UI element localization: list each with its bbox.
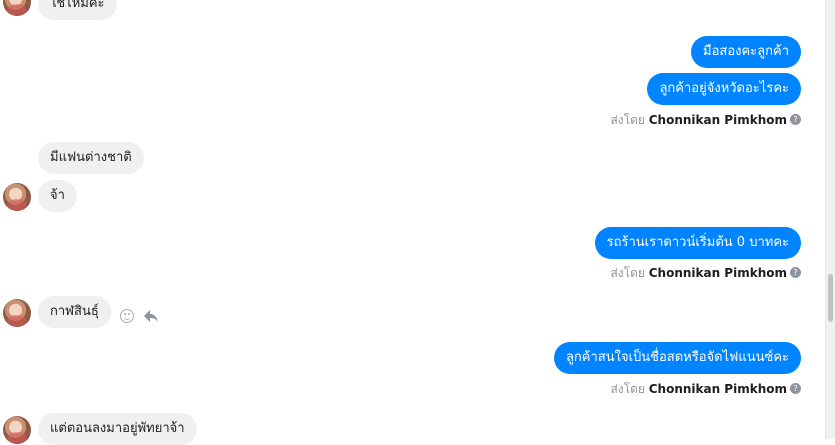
contact-avatar[interactable] <box>3 299 31 327</box>
incoming-message[interactable]: มีแฟนต่างชาติ <box>38 142 144 174</box>
reply-icon[interactable] <box>142 307 160 325</box>
help-icon[interactable]: ? <box>790 383 801 394</box>
outgoing-message[interactable]: ลูกค้าอยู่จังหวัดอะไรคะ <box>647 73 801 105</box>
incoming-message[interactable]: จ้า <box>38 180 77 212</box>
outgoing-message[interactable]: รถร้านเราดาวน์เริ่มต้น 0 บาทคะ <box>594 227 801 259</box>
sent-by-prefix: ส่งโดย <box>610 266 645 280</box>
contact-avatar[interactable] <box>3 183 31 211</box>
sender-name: Chonnikan Pimkhom <box>648 113 787 127</box>
incoming-message[interactable]: แต่ตอนลงมาอยู่พัทยาจ้า <box>38 413 197 445</box>
scrollbar[interactable] <box>825 0 835 439</box>
sent-by-prefix: ส่งโดย <box>610 382 645 396</box>
sender-name: Chonnikan Pimkhom <box>648 382 787 396</box>
contact-avatar[interactable] <box>3 0 31 16</box>
chat-thread: ใช่ไหมคะ มือสองคะลูกค้า ลูกค้าอยู่จังหวั… <box>0 0 826 445</box>
outgoing-message[interactable]: มือสองคะลูกค้า <box>691 36 801 68</box>
scroll-thumb[interactable] <box>828 274 833 322</box>
contact-avatar[interactable] <box>3 416 31 444</box>
incoming-message[interactable]: กาฬสินธุ์ <box>38 296 111 328</box>
help-icon[interactable]: ? <box>790 267 801 278</box>
emoji-icon[interactable] <box>120 309 134 323</box>
sender-name: Chonnikan Pimkhom <box>648 266 787 280</box>
incoming-message[interactable]: ใช่ไหมคะ <box>38 0 117 20</box>
sent-by-label: ส่งโดย Chonnikan Pimkhom? <box>610 266 801 280</box>
sent-by-label: ส่งโดย Chonnikan Pimkhom? <box>610 382 801 396</box>
sent-by-prefix: ส่งโดย <box>610 113 645 127</box>
help-icon[interactable]: ? <box>790 114 801 125</box>
sent-by-label: ส่งโดย Chonnikan Pimkhom? <box>610 113 801 127</box>
outgoing-message[interactable]: ลูกค้าสนใจเป็นชื่อสดหรือจัดไฟแนนซ์คะ <box>553 342 801 374</box>
